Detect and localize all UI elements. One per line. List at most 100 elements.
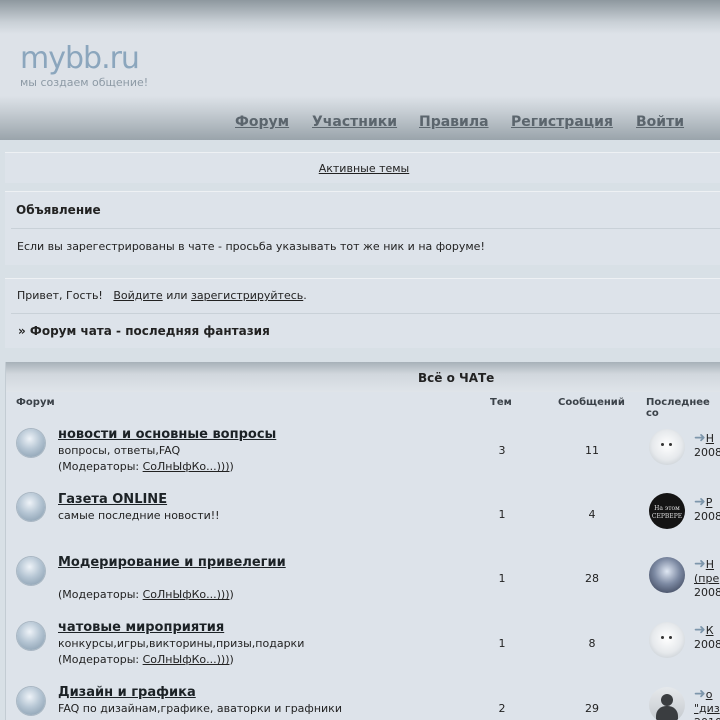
last-post-date: 2008	[694, 446, 720, 459]
forum-mods: (Модераторы: СоЛнЫфКо...))))	[58, 588, 234, 601]
col-last-post: Последнее со	[646, 397, 710, 419]
last-post-link[interactable]: К	[706, 624, 714, 637]
greeting: Привет, Гость!	[17, 289, 103, 302]
active-topics-bar: Активные темы	[5, 152, 720, 183]
last-post-topic[interactable]: (пре	[694, 572, 719, 585]
category-title: Всё о ЧАТе	[418, 371, 495, 385]
avatar[interactable]: На этом СЕРВЕРЕ	[649, 493, 685, 529]
post-count: 28	[585, 572, 599, 585]
forum-title[interactable]: Модерирование и привелегии	[58, 555, 286, 570]
nav-login[interactable]: Войти	[636, 114, 684, 130]
announcement-text: Если вы зарегестрированы в чате - просьб…	[17, 240, 485, 253]
forum-status-icon	[17, 429, 45, 457]
forum-title[interactable]: чатовые мироприятия	[58, 620, 224, 635]
mods-label: (Модераторы:	[58, 460, 140, 473]
last-post: ➜Р 2008	[694, 495, 720, 524]
forum-status-icon	[17, 493, 45, 521]
forum-status-icon	[17, 687, 45, 715]
category-header: Всё о ЧАТе	[6, 362, 720, 392]
forum-row: новости и основные вопросы вопросы, отве…	[6, 420, 720, 484]
last-post-date: 2010	[694, 716, 720, 720]
mods-end: )	[229, 653, 234, 666]
mods-end: )	[229, 460, 234, 473]
active-topics-link[interactable]: Активные темы	[319, 162, 410, 175]
last-post-date: 2008	[694, 586, 720, 599]
forum-row: чатовые мироприятия конкурсы,игры,виктор…	[6, 613, 720, 677]
avatar[interactable]	[649, 622, 685, 658]
forum-title[interactable]: новости и основные вопросы	[58, 427, 276, 442]
mods-label: (Модераторы:	[58, 653, 140, 666]
site-logo[interactable]: mybb.ru мы создаем общение!	[20, 41, 149, 90]
register-link[interactable]: зарегистрируйтесь	[191, 289, 303, 302]
header: mybb.ru мы создаем общение! Форум Участн…	[0, 0, 720, 140]
post-count: 4	[588, 508, 596, 521]
welcome-line: Привет, Гость! Войдите или зарегистрируй…	[17, 289, 307, 302]
forum-desc: самые последние новости!!	[58, 509, 220, 522]
avatar[interactable]	[649, 557, 685, 593]
last-post-link[interactable]: Н	[706, 558, 714, 571]
last-post-link[interactable]: Р	[706, 496, 713, 509]
forum-desc: вопросы, ответы,FAQ	[58, 444, 181, 457]
post-count: 29	[585, 702, 599, 715]
forum-title[interactable]: Дизайн и графика	[58, 685, 196, 700]
forum-row: Газета ONLINE самые последние новости!! …	[6, 485, 720, 549]
welcome-panel: Привет, Гость! Войдите или зарегистрируй…	[5, 278, 720, 348]
announcement: Объявление Если вы зарегестрированы в ча…	[5, 191, 720, 265]
go-to-last-post-icon[interactable]: ➜	[694, 494, 706, 510]
mod-link[interactable]: СоЛнЫфКо...)))	[143, 460, 230, 473]
forum-title[interactable]: Газета ONLINE	[58, 492, 167, 507]
topic-count: 3	[498, 444, 506, 457]
forum-status-icon	[17, 622, 45, 650]
last-post: ➜о "диз 2010	[694, 687, 720, 720]
forum-desc: FAQ по дизайнам,графике, аваторки и граф…	[58, 702, 342, 715]
nav-register[interactable]: Регистрация	[511, 114, 613, 130]
divider	[11, 228, 720, 229]
forum-mods: (Модераторы: СоЛнЫфКо...))))	[58, 460, 234, 473]
last-post-link[interactable]: о	[706, 688, 713, 701]
last-post: ➜Н 2008	[694, 431, 720, 460]
main-nav: Форум Участники Правила Регистрация Войт…	[0, 114, 720, 134]
period: .	[303, 289, 307, 302]
col-posts: Сообщений	[558, 397, 625, 408]
nav-rules[interactable]: Правила	[419, 114, 489, 130]
or-text: или	[166, 289, 188, 302]
last-post-topic[interactable]: "диз	[694, 702, 720, 715]
forum-category: Всё о ЧАТе Форум Тем Сообщений Последнее…	[5, 362, 720, 720]
topic-count: 1	[498, 637, 506, 650]
logo-text: mybb.ru	[20, 41, 140, 76]
announcement-title: Объявление	[16, 203, 101, 217]
forum-row: Дизайн и графика FAQ по дизайнам,графике…	[6, 678, 720, 720]
post-count: 11	[585, 444, 599, 457]
go-to-last-post-icon[interactable]: ➜	[694, 686, 706, 702]
divider	[11, 313, 720, 314]
avatar[interactable]	[649, 687, 685, 720]
avatar[interactable]	[649, 429, 685, 465]
col-forum: Форум	[16, 397, 55, 408]
nav-forum[interactable]: Форум	[235, 114, 289, 130]
forum-desc: конкурсы,игры,викторины,призы,подарки	[58, 637, 305, 650]
topic-count: 1	[498, 572, 506, 585]
mods-end: )	[229, 588, 234, 601]
col-topics: Тем	[490, 397, 512, 408]
logo-tagline: мы создаем общение!	[20, 76, 149, 89]
post-count: 8	[588, 637, 596, 650]
breadcrumb[interactable]: » Форум чата - последняя фантазия	[18, 324, 270, 338]
last-post: ➜К 2008	[694, 623, 720, 652]
forum-row: Модерирование и привелегии (Модераторы: …	[6, 549, 720, 613]
last-post: ➜Н (пре 2008	[694, 557, 720, 600]
forum-mods: (Модераторы: СоЛнЫфКо...))))	[58, 653, 234, 666]
last-post-date: 2008	[694, 638, 720, 651]
go-to-last-post-icon[interactable]: ➜	[694, 430, 706, 446]
topic-count: 1	[498, 508, 506, 521]
mod-link[interactable]: СоЛнЫфКо...)))	[143, 588, 230, 601]
nav-members[interactable]: Участники	[312, 114, 397, 130]
last-post-date: 2008	[694, 510, 720, 523]
login-link[interactable]: Войдите	[113, 289, 162, 302]
mods-label: (Модераторы:	[58, 588, 140, 601]
forum-status-icon	[17, 557, 45, 585]
go-to-last-post-icon[interactable]: ➜	[694, 556, 706, 572]
mod-link[interactable]: СоЛнЫфКо...)))	[143, 653, 230, 666]
last-post-link[interactable]: Н	[706, 432, 714, 445]
go-to-last-post-icon[interactable]: ➜	[694, 622, 706, 638]
topic-count: 2	[498, 702, 506, 715]
